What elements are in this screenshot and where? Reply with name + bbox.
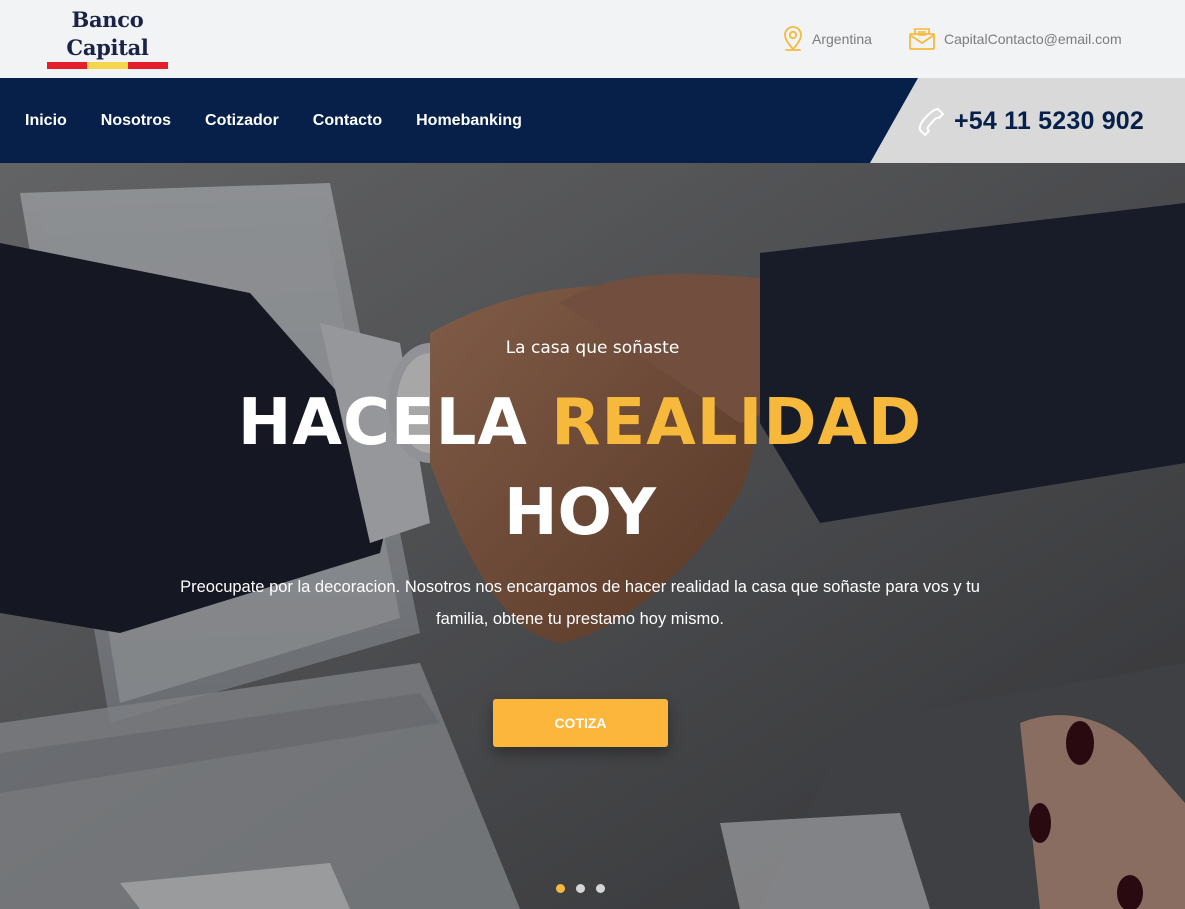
slider-dot-1[interactable] [556,884,565,893]
brand-name-line2: Capital [66,35,149,60]
slider-dot-3[interactable] [596,884,605,893]
brand-logo[interactable]: Banco Capital [47,6,168,70]
nav-item-inicio[interactable]: Inicio [25,112,67,130]
envelope-icon [909,28,935,50]
nav-item-cotizador[interactable]: Cotizador [205,112,279,130]
hero-slider: La casa que soñaste HACELA REALIDAD HOY … [0,163,1185,909]
hero-title-line2: HOY [503,476,657,550]
hero-description: Preocupate por la decoracion. Nosotros n… [180,578,980,628]
phone-icon [918,108,944,136]
cotiza-button[interactable]: COTIZA [493,699,668,747]
phone-number[interactable]: +54 11 5230 902 [954,107,1144,136]
hero-title-accent: REALIDAD [551,386,923,460]
location-pin-icon [784,26,802,51]
hero-subtitle: La casa que soñaste [505,338,680,358]
email-link[interactable]: CapitalContacto@email.com [944,31,1122,47]
country-label: Argentina [812,31,872,47]
nav-item-homebanking[interactable]: Homebanking [416,112,522,130]
main-navbar: Inicio Nosotros Cotizador Contacto Homeb… [0,78,1185,163]
nav-menu: Inicio Nosotros Cotizador Contacto Homeb… [25,78,556,163]
slider-dot-2[interactable] [576,884,585,893]
brand-flag-stripe [47,62,168,69]
hero-title-part1: HACELA [237,386,528,460]
country-info: Argentina [782,24,872,54]
top-bar: Banco Capital Argentina CapitalContacto@… [0,0,1185,78]
hero-title-line1: HACELA REALIDAD [0,383,1160,463]
brand-name-line1: Banco [71,7,144,32]
email-info[interactable]: CapitalContacto@email.com [908,24,1122,54]
slider-dots [556,884,616,893]
nav-item-contacto[interactable]: Contacto [313,112,382,130]
phone-contact[interactable]: +54 11 5230 902 [918,105,1144,137]
nav-item-nosotros[interactable]: Nosotros [101,112,171,130]
